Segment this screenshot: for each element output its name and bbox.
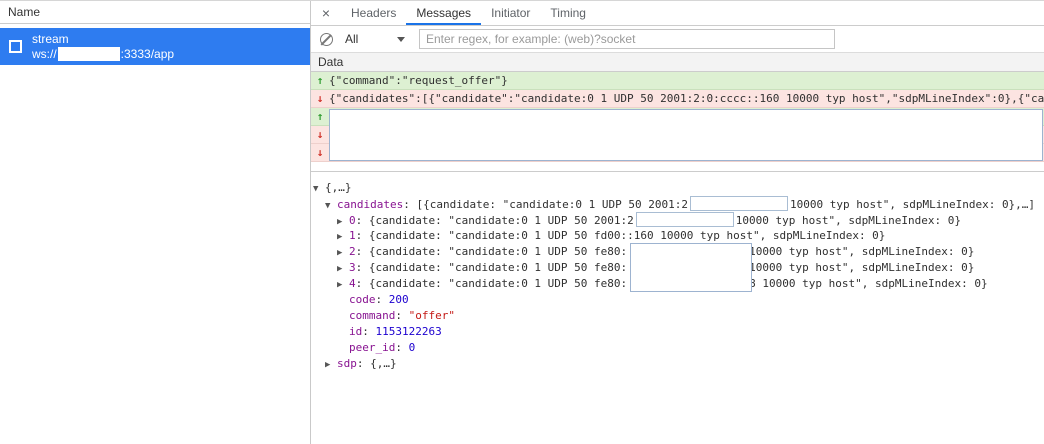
received-arrow-icon: ↓ [311, 128, 329, 141]
tree-text: 0 [409, 341, 416, 354]
tree-text: 10000 typ host", sdpMLineIndex: 0} [736, 214, 961, 227]
websocket-icon [9, 40, 22, 53]
expanded-arrow-icon[interactable]: ▼ [325, 198, 337, 212]
tree-text: command [349, 309, 395, 322]
tree-text: 200 [389, 293, 409, 306]
collapsed-arrow-icon[interactable]: ▶ [337, 245, 349, 260]
tree-row[interactable]: command: "offer" [311, 308, 1044, 324]
tree-row[interactable]: ▼candidates: [{candidate: "candidate:0 1… [311, 196, 1044, 212]
panel-splitter[interactable] [311, 162, 1044, 172]
collapsed-arrow-icon[interactable]: ▶ [325, 357, 337, 372]
message-row[interactable]: ↑{"command":"request_offer"} [311, 72, 1044, 90]
sent-arrow-icon: ↑ [311, 74, 329, 87]
tree-text: : [362, 325, 375, 338]
tree-text: 1 [349, 229, 356, 242]
redaction-box [630, 243, 752, 292]
devtools-network-panel: Name stream ws:// :3333/app × Headers Me… [0, 0, 1044, 444]
tree-text: 1153122263 [376, 325, 442, 338]
message-text: {"command":"request_offer"} [329, 74, 508, 87]
tree-row[interactable]: id: 1153122263 [311, 324, 1044, 340]
clear-messages-icon[interactable] [320, 33, 333, 46]
tree-text: id [349, 325, 362, 338]
request-url-prefix: ws:// [32, 47, 57, 62]
tab-messages[interactable]: Messages [406, 1, 481, 25]
tree-text: peer_id [349, 341, 395, 354]
message-row[interactable]: ↓{"candidates":[{"candidate":"candidate:… [311, 90, 1044, 108]
message-type-dropdown[interactable]: All [345, 32, 405, 46]
request-row-stream[interactable]: stream ws:// :3333/app [0, 28, 310, 65]
tree-text: 10000 typ host", sdpMLineIndex: 0},…] [790, 198, 1035, 211]
received-arrow-icon: ↓ [311, 92, 329, 105]
tree-text: : {candidate: "candidate:0 1 UDP 50 fe80… [356, 277, 628, 290]
close-icon[interactable]: × [311, 1, 341, 25]
tree-text: : {candidate: "candidate:0 1 UDP 50 fe80… [356, 245, 628, 258]
sent-arrow-icon: ↑ [311, 110, 329, 123]
tree-text: : {candidate: "candidate:0 1 UDP 50 fd00… [356, 229, 886, 242]
tab-timing[interactable]: Timing [540, 1, 596, 25]
tree-text: 3 [349, 261, 356, 274]
tree-text: : [{candidate: "candidate:0 1 UDP 50 200… [403, 198, 688, 211]
collapsed-arrow-icon[interactable]: ▶ [337, 277, 349, 292]
request-detail-panel: × Headers Messages Initiator Timing All … [311, 1, 1044, 444]
data-column-header[interactable]: Data [311, 53, 1044, 72]
tree-text: 0 [349, 214, 356, 227]
tab-initiator[interactable]: Initiator [481, 1, 540, 25]
tree-text: 8 10000 typ host", sdpMLineIndex: 0} [749, 277, 987, 290]
tree-row[interactable]: ▶1: {candidate: "candidate:0 1 UDP 50 fd… [311, 228, 1044, 244]
name-column-header[interactable]: Name [0, 1, 310, 24]
tree-text: 4 [349, 277, 356, 290]
tree-text: : [376, 293, 389, 306]
message-type-dropdown-label: All [345, 32, 358, 46]
tree-text: "offer" [409, 309, 455, 322]
chevron-down-icon [397, 37, 405, 42]
redaction-box [636, 212, 734, 227]
collapsed-arrow-icon[interactable]: ▶ [337, 214, 349, 228]
tree-text: : [395, 309, 408, 322]
tree-row[interactable]: ▶0: {candidate: "candidate:0 1 UDP 50 20… [311, 212, 1044, 228]
tree-text: : {,…} [357, 357, 397, 370]
filter-regex-input[interactable] [419, 29, 835, 49]
detail-tabbar: × Headers Messages Initiator Timing [311, 1, 1044, 26]
received-arrow-icon: ↓ [311, 146, 329, 159]
tree-text: 2 [349, 245, 356, 258]
tree-text: 10000 typ host", sdpMLineIndex: 0} [749, 245, 974, 258]
tree-text: : [395, 341, 408, 354]
tree-text: candidates [337, 198, 403, 211]
redaction-box [58, 47, 120, 61]
network-requests-panel: Name stream ws:// :3333/app [0, 1, 311, 444]
redaction-box [329, 109, 1043, 161]
redaction-box [690, 196, 788, 211]
tree-row[interactable]: code: 200 [311, 292, 1044, 308]
request-url: ws:// :3333/app [32, 47, 174, 62]
expanded-arrow-icon[interactable]: ▼ [313, 181, 325, 196]
tree-text: {,…} [325, 181, 352, 194]
request-url-suffix: :3333/app [121, 47, 174, 62]
collapsed-arrow-icon[interactable]: ▶ [337, 229, 349, 244]
tree-text: 10000 typ host", sdpMLineIndex: 0} [749, 261, 974, 274]
tree-text: : {candidate: "candidate:0 1 UDP 50 2001… [356, 214, 634, 227]
messages-toolbar: All [311, 26, 1044, 53]
tree-text: sdp [337, 357, 357, 370]
collapsed-arrow-icon[interactable]: ▶ [337, 261, 349, 276]
messages-table: ↑{"command":"request_offer"}↓{"candidate… [311, 72, 1044, 162]
request-name: stream [32, 32, 174, 47]
message-text: {"candidates":[{"candidate":"candidate:0… [329, 92, 1044, 105]
tree-row[interactable]: ▶sdp: {,…} [311, 356, 1044, 372]
tree-text: : {candidate: "candidate:0 1 UDP 50 fe80… [356, 261, 628, 274]
tree-text: code [349, 293, 376, 306]
tree-row[interactable]: peer_id: 0 [311, 340, 1044, 356]
tree-row[interactable]: ▼{,…} [311, 180, 1044, 196]
message-json-tree: ▼{,…}▼candidates: [{candidate: "candidat… [311, 172, 1044, 372]
tab-headers[interactable]: Headers [341, 1, 406, 25]
